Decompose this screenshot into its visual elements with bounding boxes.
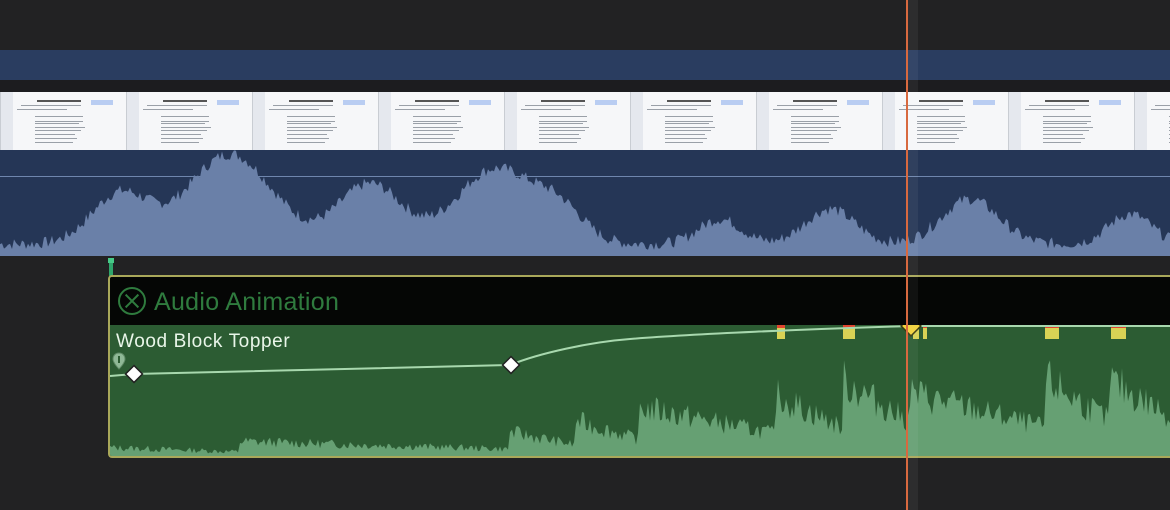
peak-indicators	[777, 325, 1126, 339]
filmstrip-thumbnail	[882, 92, 1008, 150]
video-clip-header[interactable]	[0, 50, 1170, 80]
close-circle-icon[interactable]	[118, 287, 146, 315]
filmstrip-thumbnail	[1008, 92, 1134, 150]
filmstrip-thumbnail	[0, 92, 126, 150]
playhead[interactable]	[906, 0, 908, 510]
connection-marker-tip	[108, 258, 114, 263]
audio-waveform	[110, 360, 1170, 456]
audio-clip[interactable]: Audio Animation Wood Block Topper	[108, 275, 1170, 458]
timeline[interactable]: Audio Animation Wood Block Topper	[0, 0, 1170, 510]
video-waveform-shape	[0, 150, 1170, 256]
volume-keyframe[interactable]	[124, 364, 144, 384]
filmstrip-thumbnail	[756, 92, 882, 150]
audio-animation-title: Audio Animation	[154, 288, 340, 316]
peak-level-clip	[777, 325, 785, 328]
volume-keyframe[interactable]	[501, 355, 521, 375]
marker-pin-icon[interactable]	[112, 352, 126, 370]
audio-clip-body[interactable]: Wood Block Topper	[110, 325, 1170, 456]
video-audio-waveform	[0, 150, 1170, 256]
filmstrip-thumbnail	[504, 92, 630, 150]
filmstrip-thumbnail	[126, 92, 252, 150]
thumbnail-strip	[0, 92, 1170, 150]
filmstrip-thumbnail	[1134, 92, 1170, 150]
filmstrip-thumbnail	[630, 92, 756, 150]
connection-marker	[108, 258, 114, 276]
playhead-skimmer-shade	[908, 0, 918, 510]
audio-clip-name: Wood Block Topper	[116, 331, 291, 352]
filmstrip-thumbnail	[378, 92, 504, 150]
filmstrip-thumbnail	[252, 92, 378, 150]
audio-animation-editor: Audio Animation	[110, 277, 1170, 325]
filmstrip-top-bar	[0, 80, 1170, 92]
video-filmstrip	[0, 80, 1170, 150]
video-clip[interactable]	[0, 50, 1170, 256]
